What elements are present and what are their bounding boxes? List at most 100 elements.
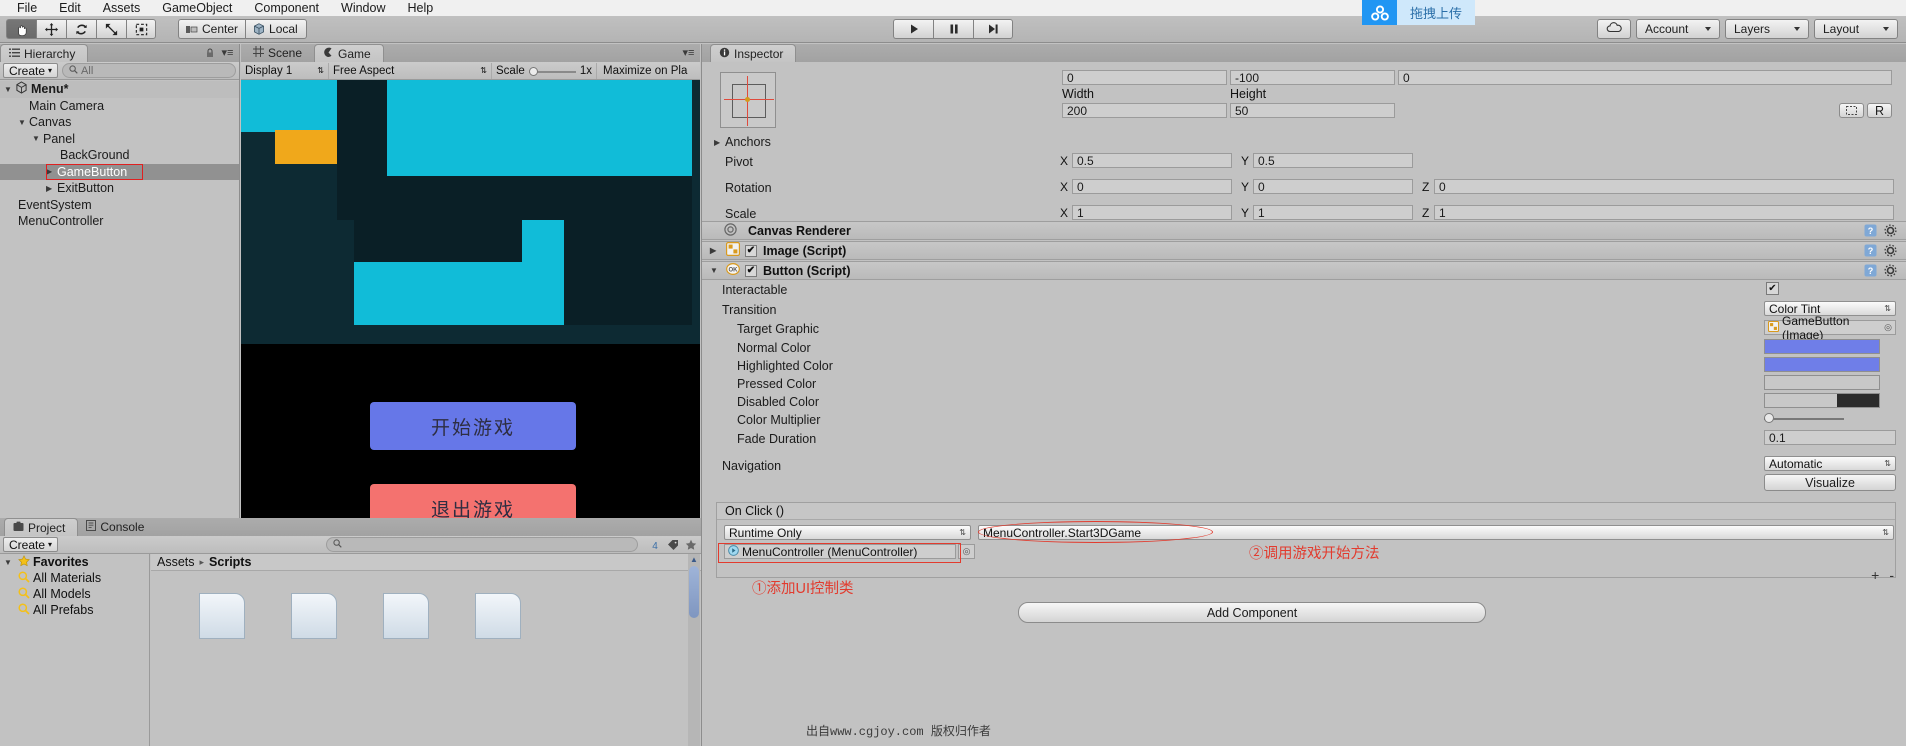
visualize-button[interactable]: Visualize [1764,474,1896,491]
pos-y-input[interactable]: -100 [1230,70,1395,85]
chevron-down-icon[interactable]: ▼ [18,118,29,127]
layers-dropdown[interactable]: Layers [1725,19,1809,39]
help-icon[interactable]: ? [1863,223,1878,238]
favorites-root[interactable]: ▼ Favorites [0,554,149,570]
blueprint-mode-button[interactable] [1839,103,1864,118]
highlighted-color-swatch[interactable] [1764,357,1880,372]
scale-y-input[interactable]: 1 [1253,205,1413,220]
asset-item[interactable] [291,593,337,639]
scale-knob[interactable] [528,66,538,76]
hierarchy-search-input[interactable]: All [62,63,236,78]
options-menu-icon[interactable]: ▾≡ [220,45,235,60]
anchor-preset-widget[interactable] [720,72,776,128]
gear-icon[interactable] [1883,223,1898,238]
tab-inspector[interactable]: Inspector [710,44,797,62]
layout-dropdown[interactable]: Layout [1814,19,1898,39]
add-event-button[interactable]: + [1871,567,1879,583]
remove-event-button[interactable]: - [1889,567,1894,583]
scale-x-input[interactable]: 1 [1072,205,1232,220]
fade-duration-input[interactable]: 0.1 [1764,430,1896,445]
scale-tool-button[interactable] [96,19,126,39]
chevron-down-icon[interactable]: ▼ [4,85,15,94]
component-header-button-script[interactable]: ▼ OK ✔ Button (Script) ? [702,261,1906,280]
scroll-up-arrow-icon[interactable]: ▲ [689,556,699,564]
slider-knob[interactable] [1764,413,1774,423]
step-button[interactable] [973,19,1013,39]
maximize-on-play-toggle[interactable]: Maximize on Pla [597,63,691,79]
pivot-x-input[interactable]: 0.5 [1072,153,1232,168]
chevron-right-icon[interactable]: ▶ [714,138,725,147]
project-scrollbar[interactable]: ▲ [688,554,700,746]
pressed-color-swatch[interactable] [1764,375,1880,390]
height-input[interactable]: 50 [1230,103,1395,118]
help-icon[interactable]: ? [1863,243,1878,258]
hierarchy-item-main-camera[interactable]: ▶ Main Camera [0,98,239,115]
favorite-all-models[interactable]: All Models [0,586,149,602]
tab-hierarchy[interactable]: Hierarchy [0,44,89,62]
rot-y-input[interactable]: 0 [1253,179,1413,194]
help-icon[interactable]: ? [1863,263,1878,278]
add-component-button[interactable]: Add Component [1018,602,1486,623]
pause-button[interactable] [933,19,973,39]
project-create-button[interactable]: Create ▾ [3,537,59,552]
pivot-mode-button[interactable]: Center [178,19,246,39]
favorite-all-materials[interactable]: All Materials [0,570,149,586]
on-click-runtime-dropdown[interactable]: Runtime Only ⇅ [724,525,971,540]
hierarchy-item-panel[interactable]: ▼ Panel [0,131,239,148]
asset-item[interactable] [475,593,521,639]
breadcrumb-assets[interactable]: Assets [157,555,195,569]
gear-icon[interactable] [1883,243,1898,258]
game-button-start[interactable]: 开始游戏 [370,402,576,450]
rot-z-input[interactable]: 0 [1434,179,1894,194]
tab-scene[interactable]: Scene [245,44,314,62]
raw-edit-button[interactable]: R [1867,103,1892,118]
drag-upload-widget[interactable]: 拖拽上传 [1362,0,1475,25]
chevron-down-icon[interactable]: ▼ [32,134,43,143]
game-button-exit[interactable]: 退出游戏 [370,484,576,518]
normal-color-swatch[interactable] [1764,339,1880,354]
hand-tool-button[interactable] [6,19,36,39]
hierarchy-item-gamebutton[interactable]: ▶ GameButton [0,163,239,180]
scrollbar-thumb[interactable] [689,566,699,618]
rotate-tool-button[interactable] [66,19,96,39]
menu-item-gameobject[interactable]: GameObject [151,0,243,16]
menu-item-assets[interactable]: Assets [92,0,152,16]
favorites-star-icon[interactable] [683,537,698,552]
component-header-canvas-renderer[interactable]: Canvas Renderer ? [702,221,1906,240]
scale-slider[interactable]: Scale 1x [492,62,597,79]
pivot-y-input[interactable]: 0.5 [1253,153,1413,168]
image-script-enabled-checkbox[interactable]: ✔ [745,244,757,257]
chevron-down-icon[interactable]: ▼ [4,558,15,567]
menu-item-file[interactable]: File [6,0,48,16]
hierarchy-item-exitbutton[interactable]: ▶ ExitButton [0,180,239,197]
space-mode-button[interactable]: Local [245,19,308,39]
hierarchy-item-menucontroller[interactable]: MenuController [0,213,239,230]
tab-project[interactable]: Project [4,518,79,536]
gear-icon[interactable] [1883,263,1898,278]
hierarchy-item-eventsystem[interactable]: EventSystem [0,197,239,214]
hierarchy-item-menu[interactable]: ▼ Menu* [0,81,239,98]
filter-label-icon[interactable] [665,537,680,552]
disabled-color-swatch[interactable] [1764,393,1880,408]
options-menu-icon[interactable]: ▾≡ [681,45,696,60]
anchor-preset-box[interactable] [720,72,776,128]
navigation-dropdown[interactable]: Automatic ⇅ [1764,456,1896,471]
pos-x-input[interactable]: 0 [1062,70,1227,85]
pos-z-input[interactable]: 0 [1398,70,1892,85]
filter-type-icon[interactable]: 4 [647,537,662,552]
menu-item-component[interactable]: Component [243,0,330,16]
button-script-enabled-checkbox[interactable]: ✔ [745,264,757,277]
object-picker-icon[interactable]: ◎ [1884,322,1892,333]
color-multiplier-slider[interactable] [1764,413,1844,423]
game-view-render[interactable]: 开始游戏 退出游戏 [241,80,700,518]
anchors-foldout[interactable]: ▶ Anchors [714,134,771,150]
chevron-down-icon[interactable]: ▼ [710,266,721,275]
breadcrumb-scripts[interactable]: Scripts [209,555,251,569]
scale-track[interactable] [528,66,576,76]
favorite-all-prefabs[interactable]: All Prefabs [0,602,149,618]
display-dropdown[interactable]: Display 1 ⇅ [241,62,329,79]
interactable-checkbox[interactable]: ✔ [1766,282,1779,295]
menu-item-help[interactable]: Help [396,0,444,16]
width-input[interactable]: 200 [1062,103,1227,118]
target-graphic-object-field[interactable]: GameButton (Image) ◎ [1764,314,1896,342]
